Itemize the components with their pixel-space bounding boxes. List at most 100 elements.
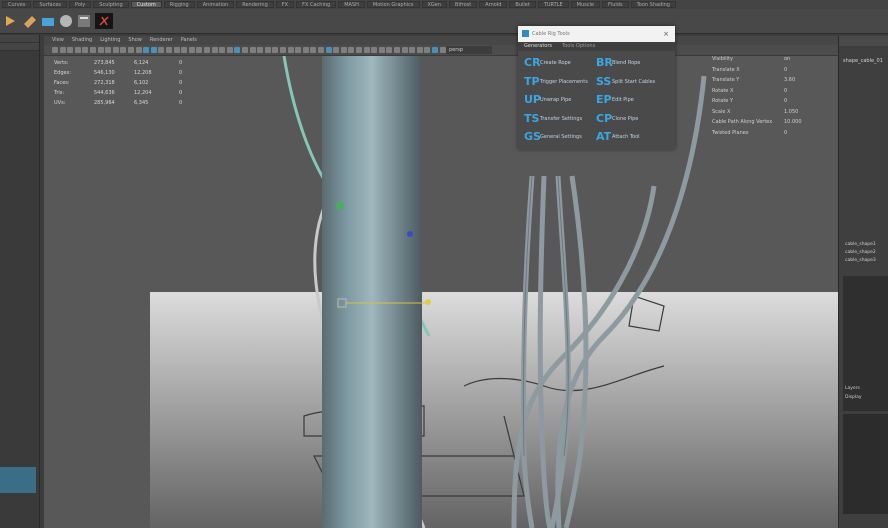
layer-editor-tab[interactable]: Display	[845, 393, 888, 402]
layer-editor-tab[interactable]: Layers	[845, 384, 888, 393]
shelf-tab[interactable]: TURTLE	[537, 1, 569, 8]
viewport-toolbar-icon[interactable]	[295, 47, 302, 53]
viewport-toolbar-icon[interactable]	[173, 47, 180, 53]
viewport-toolbar-icon[interactable]	[348, 47, 355, 53]
viewport-toolbar-icon[interactable]	[188, 47, 195, 53]
tool-button[interactable]: GS General Settings	[522, 129, 594, 145]
selected-outliner-item[interactable]	[0, 467, 36, 493]
viewport-toolbar-icon[interactable]	[82, 47, 89, 53]
channel-row[interactable]: Twisted Planes 0	[712, 128, 812, 139]
viewport-toolbar-icon[interactable]	[424, 47, 431, 53]
tool-button[interactable]: TP Trigger Placements	[522, 74, 594, 90]
channel-row[interactable]: Translate X 0	[712, 65, 812, 76]
viewport-toolbar-icon[interactable]	[97, 47, 104, 53]
viewport-toolbar-icon[interactable]	[242, 47, 248, 53]
viewport-toolbar-icon[interactable]	[363, 47, 370, 53]
viewport-toolbar-icon[interactable]	[325, 47, 332, 53]
viewport-toolbar-icon[interactable]	[280, 47, 286, 53]
channel-row[interactable]: Visibility on	[712, 54, 812, 65]
viewport-toolbar-icon[interactable]	[135, 47, 142, 53]
shelf-tab[interactable]: Rigging	[163, 1, 195, 8]
viewport-toolbar-icon[interactable]	[386, 47, 393, 53]
viewport-toolbar-icon[interactable]	[166, 47, 172, 53]
shelf-script-icon[interactable]	[76, 12, 92, 30]
viewport-toolbar-icon[interactable]	[272, 47, 279, 53]
viewport-toolbar-icon[interactable]	[432, 47, 438, 53]
shelf-brush-icon[interactable]	[40, 12, 56, 30]
shape-list-item[interactable]: cable_shape2	[845, 249, 888, 257]
viewport-toolbar-icon[interactable]	[302, 47, 309, 53]
object-name[interactable]: shape_cable_01	[843, 58, 883, 64]
camera-name-field[interactable]: persp	[446, 46, 492, 54]
shelf-tab[interactable]: Fluids	[601, 1, 629, 8]
viewport-toolbar-icon[interactable]	[287, 47, 294, 53]
viewport-toolbar-icon[interactable]	[74, 47, 81, 53]
panel-menu-item[interactable]: Shading	[72, 36, 92, 45]
viewport-toolbar-icon[interactable]	[394, 47, 400, 53]
panel-menu-item[interactable]: Show	[128, 36, 142, 45]
channel-value[interactable]: 0	[784, 86, 812, 97]
tool-button[interactable]: AT Attach Tool	[594, 129, 666, 145]
viewport-toolbar-icon[interactable]	[416, 47, 423, 53]
shelf-render-icon[interactable]	[94, 12, 114, 30]
window-titlebar[interactable]: Cable Rig Tools ×	[518, 26, 675, 42]
channel-value[interactable]: 10.000	[784, 117, 812, 128]
viewport-toolbar-icon[interactable]	[52, 47, 58, 53]
channel-row[interactable]: Rotate X 0	[712, 86, 812, 97]
channel-row[interactable]: Rotate Y 0	[712, 96, 812, 107]
channel-value[interactable]: 0	[784, 96, 812, 107]
viewport-toolbar-icon[interactable]	[90, 47, 96, 53]
shape-list-item[interactable]: cable_shape3	[845, 257, 888, 265]
viewport-toolbar-icon[interactable]	[112, 47, 119, 53]
viewport-toolbar-icon[interactable]	[181, 47, 188, 53]
viewport-toolbar-icon[interactable]	[150, 47, 157, 53]
viewport-toolbar-icon[interactable]	[409, 47, 416, 53]
viewport-toolbar-icon[interactable]	[310, 47, 317, 53]
viewport-toolbar-icon[interactable]	[128, 47, 134, 53]
viewport-toolbar-icon[interactable]	[120, 47, 127, 53]
shelf-tab[interactable]: Rendering	[236, 1, 274, 8]
shelf-paint-icon[interactable]	[22, 12, 38, 30]
window-tab[interactable]: Tools Options	[562, 42, 595, 51]
panel-menu-item[interactable]: Lighting	[100, 36, 120, 45]
shape-list-item[interactable]: cable_shape1	[845, 241, 888, 249]
viewport-toolbar-icon[interactable]	[234, 47, 241, 53]
viewport-toolbar-icon[interactable]	[257, 47, 264, 53]
channel-row[interactable]: Translate Y 3.60	[712, 75, 812, 86]
channel-value[interactable]: 0	[784, 128, 812, 139]
shelf-tab[interactable]: Custom	[130, 1, 162, 8]
tool-button[interactable]: UP Unwrap Pipe	[522, 92, 594, 108]
shelf-arrow-icon[interactable]	[2, 12, 18, 30]
tool-button[interactable]: CR Create Rope	[522, 55, 594, 71]
panel-menu-item[interactable]: Panels	[181, 36, 197, 45]
viewport-toolbar-icon[interactable]	[158, 47, 165, 53]
channel-row[interactable]: Cable Path Along Vertex 10.000	[712, 117, 812, 128]
shelf-tab[interactable]: Muscle	[570, 1, 600, 8]
viewport-toolbar-icon[interactable]	[340, 47, 347, 53]
channel-row[interactable]: Scale X 1.050	[712, 107, 812, 118]
shelf-tab[interactable]: Poly	[69, 1, 92, 8]
viewport-toolbar-icon[interactable]	[378, 47, 385, 53]
viewport-toolbar-icon[interactable]	[333, 47, 340, 53]
tool-button[interactable]: BR Blend Rope	[594, 55, 666, 71]
outliner-row[interactable]	[0, 35, 39, 43]
tool-button[interactable]: TS Transfer Settings	[522, 111, 594, 127]
shelf-tab[interactable]: XGen	[421, 1, 448, 8]
shelf-tab[interactable]: FX Caching	[296, 1, 337, 8]
viewport-toolbar-icon[interactable]	[226, 47, 233, 53]
viewport-toolbar-icon[interactable]	[219, 47, 226, 53]
close-icon[interactable]: ×	[663, 26, 669, 42]
viewport-toolbar-icon[interactable]	[59, 47, 66, 53]
shelf-tab[interactable]: FX	[275, 1, 295, 8]
viewport-toolbar-icon[interactable]	[318, 47, 324, 53]
shelf-tab[interactable]: Arnold	[479, 1, 508, 8]
channel-value[interactable]: 0	[784, 65, 812, 76]
shelf-tab[interactable]: Toon Shading	[630, 1, 676, 8]
tool-button[interactable]: CP Clone Pipe	[594, 111, 666, 127]
shelf-sphere-icon[interactable]	[58, 12, 74, 30]
window-tab[interactable]: Generators	[524, 42, 552, 51]
shelf-tab[interactable]: Motion Graphics	[366, 1, 420, 8]
tool-button[interactable]: SS Split Start Cables	[594, 74, 666, 90]
channel-value[interactable]: on	[784, 54, 812, 65]
tool-button[interactable]: EP Edit Pipe	[594, 92, 666, 108]
